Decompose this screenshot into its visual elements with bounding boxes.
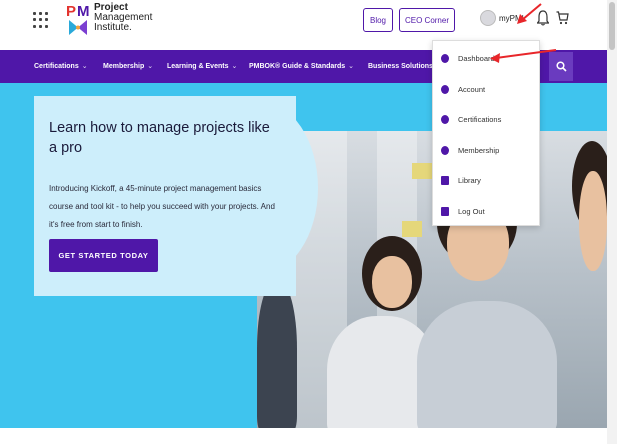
dropdown-item-dashboard[interactable]: Dashboard bbox=[441, 51, 495, 65]
dropdown-item-logout[interactable]: Log Out bbox=[441, 204, 485, 218]
search-icon bbox=[555, 61, 567, 72]
dropdown-item-membership[interactable]: Membership bbox=[441, 143, 499, 157]
get-started-button[interactable]: GET STARTED TODAY bbox=[49, 239, 158, 272]
apps-grid-icon[interactable] bbox=[33, 12, 49, 28]
nav-item-certifications[interactable]: Certifications ⌄ bbox=[34, 62, 88, 70]
search-button[interactable] bbox=[549, 52, 573, 81]
chevron-down-icon: ⌄ bbox=[81, 63, 88, 70]
nav-item-business-solutions[interactable]: Business Solutions⌄ bbox=[368, 62, 442, 70]
chevron-down-icon: ⌄ bbox=[147, 63, 154, 70]
nav-item-learning-events[interactable]: Learning & Events ⌄ bbox=[167, 62, 237, 70]
certifications-icon bbox=[441, 114, 449, 124]
user-avatar-icon[interactable] bbox=[480, 10, 496, 26]
blog-button[interactable]: Blog bbox=[363, 8, 393, 32]
bell-icon[interactable] bbox=[537, 10, 549, 26]
membership-icon bbox=[441, 145, 449, 155]
mypmi-dropdown-menu: Dashboard Account Certifications Members… bbox=[432, 40, 540, 226]
nav-item-pmbok-guide[interactable]: PMBOK® Guide & Standards ⌄ bbox=[249, 62, 354, 70]
logout-icon bbox=[441, 206, 449, 216]
mypmi-menu-toggle[interactable]: myPMI bbox=[499, 14, 524, 23]
chevron-down-icon: ⌄ bbox=[348, 63, 355, 70]
pmi-logo[interactable]: PM Project Management Institute. bbox=[66, 3, 152, 37]
dropdown-item-library[interactable]: Library bbox=[441, 173, 481, 187]
pmi-wordmark: Project Management Institute. bbox=[94, 2, 153, 33]
pmi-logo-mark: PM bbox=[66, 3, 90, 37]
library-icon bbox=[441, 175, 449, 185]
ceo-corner-button[interactable]: CEO Corner bbox=[399, 8, 455, 32]
hero-title: Learn how to manage projects like a pro bbox=[49, 120, 270, 156]
hero-description: Introducing Kickoff, a 45-minute project… bbox=[49, 184, 275, 229]
page-scrollbar[interactable] bbox=[607, 0, 617, 444]
scrollbar-thumb[interactable] bbox=[609, 2, 615, 50]
dropdown-item-certifications[interactable]: Certifications bbox=[441, 112, 501, 126]
dropdown-item-account[interactable]: Account bbox=[441, 82, 485, 96]
account-icon bbox=[441, 84, 449, 94]
cart-icon[interactable] bbox=[556, 11, 569, 25]
chevron-down-icon: ⌄ bbox=[231, 63, 238, 70]
nav-item-membership[interactable]: Membership ⌄ bbox=[103, 62, 153, 70]
dashboard-icon bbox=[441, 53, 449, 63]
